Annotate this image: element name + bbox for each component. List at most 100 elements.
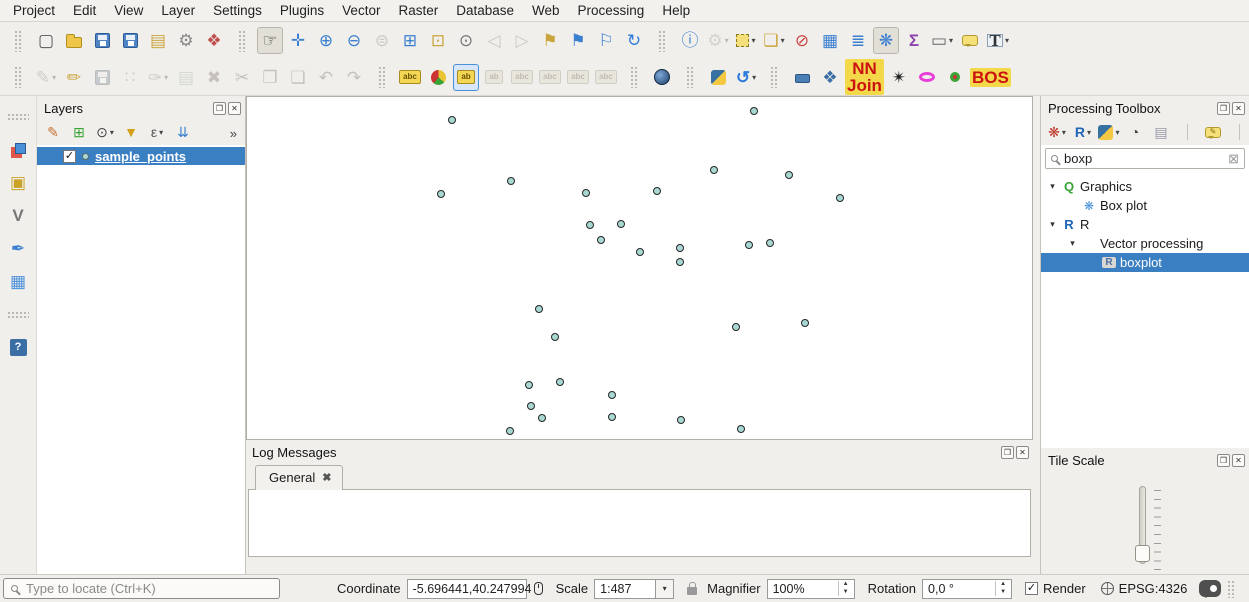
open-attribute-table-icon[interactable]: ▦ xyxy=(817,27,843,54)
menu-item[interactable]: View xyxy=(105,0,152,22)
edit-features-in-place-icon[interactable]: ✎ xyxy=(1201,121,1225,143)
processing-history-icon[interactable]: ↺ ▾ xyxy=(733,64,759,91)
save-layer-edits-icon[interactable] xyxy=(89,64,115,91)
models-icon[interactable]: ❋ ▾ xyxy=(1045,121,1069,143)
spinner-arrows-icon[interactable]: ▲▼ xyxy=(838,581,849,595)
toolbar-grip[interactable] xyxy=(5,64,31,91)
show-hidden-labels-icon[interactable]: abc xyxy=(509,64,535,91)
results-viewer-icon[interactable]: ▤ xyxy=(1149,121,1173,143)
menu-item[interactable]: Layer xyxy=(152,0,204,22)
expand-arrow-icon[interactable]: ▾ xyxy=(1047,219,1058,230)
toolbar-grip[interactable] xyxy=(229,27,255,54)
toggle-editing-icon[interactable]: ✏ xyxy=(61,64,87,91)
new-scratch-layer-icon[interactable]: ▦ xyxy=(5,268,31,295)
new-geopackage-layer-icon[interactable]: ▣ xyxy=(5,169,31,196)
coordinate-input[interactable]: -5.696441,40.247994 xyxy=(407,579,527,599)
pin-labels-icon[interactable]: ab xyxy=(453,64,479,91)
copy-features-icon[interactable]: ❐ xyxy=(257,64,283,91)
zoom-to-layer-icon[interactable]: ⊙ xyxy=(453,27,479,54)
map-tips-icon[interactable] xyxy=(957,27,983,54)
toolbar-grip[interactable] xyxy=(369,64,395,91)
menu-item[interactable]: Vector xyxy=(333,0,389,22)
open-project-icon[interactable] xyxy=(61,27,87,54)
visibility-analysis-plugin-icon[interactable]: ✴ xyxy=(886,64,912,91)
crs-value[interactable]: EPSG:4326 xyxy=(1119,581,1188,596)
panel-close-icon[interactable]: ✕ xyxy=(1232,102,1245,115)
zoom-full-icon[interactable]: ⊞ xyxy=(397,27,423,54)
modify-attributes-icon[interactable]: ▤ xyxy=(173,64,199,91)
identify-features-icon[interactable]: ⓘ xyxy=(677,27,703,54)
lock-scale-icon[interactable] xyxy=(687,587,697,595)
statistical-summary-icon[interactable]: Σ xyxy=(901,27,927,54)
python-scripts-icon[interactable]: ▾ xyxy=(1097,121,1121,143)
pan-map-icon[interactable]: ☞ xyxy=(257,27,283,54)
locate-search-input[interactable]: Type to locate (Ctrl+K) xyxy=(3,578,280,599)
undo-icon[interactable]: ↶ xyxy=(313,64,339,91)
bookmark-manager-icon[interactable]: ⚑ xyxy=(565,27,591,54)
manage-map-themes-icon[interactable]: ⊙ ▾ xyxy=(93,121,117,143)
measure-icon[interactable]: ▭ ▾ xyxy=(929,27,955,54)
history-icon[interactable]: ◔ xyxy=(1123,121,1147,143)
layer-row-sample-points[interactable]: ✓ sample_points xyxy=(37,147,245,165)
python-console-icon[interactable] xyxy=(705,64,731,91)
new-print-layout-icon[interactable]: ▤ xyxy=(145,27,171,54)
zoom-in-icon[interactable]: ⊕ xyxy=(313,27,339,54)
menu-item[interactable]: Processing xyxy=(569,0,654,22)
menu-item[interactable]: Help xyxy=(653,0,699,22)
tile-scale-slider-handle[interactable] xyxy=(1135,545,1150,562)
menu-item[interactable]: Project xyxy=(4,0,64,22)
new-spatial-bookmark-icon[interactable]: ⚑ xyxy=(537,27,563,54)
menu-item[interactable]: Raster xyxy=(389,0,447,22)
menu-item[interactable]: Web xyxy=(523,0,569,22)
help-icon[interactable]: ? xyxy=(5,334,31,361)
menu-item[interactable]: Database xyxy=(447,0,523,22)
vertical-grip[interactable] xyxy=(5,103,31,130)
concave-hull-plugin-icon[interactable] xyxy=(942,64,968,91)
menu-item[interactable]: Plugins xyxy=(271,0,333,22)
vector-network-plugin-icon[interactable]: ❖ xyxy=(817,64,843,91)
toolbox-tree-item[interactable]: ▾ Q Graphics xyxy=(1041,177,1249,196)
layers-toolbar-overflow-icon[interactable]: » xyxy=(230,126,237,141)
toolbox-tree-item[interactable]: ▾ Vector processing xyxy=(1041,234,1249,253)
zoom-to-selection-icon[interactable]: ⊡ xyxy=(425,27,451,54)
change-label-icon[interactable]: abc xyxy=(593,64,619,91)
search-clear-icon[interactable]: ⊠ xyxy=(1228,151,1239,167)
toolbox-tree-item[interactable]: ▾ R R xyxy=(1041,215,1249,234)
messages-icon[interactable] xyxy=(1199,580,1221,597)
vertex-tool-icon[interactable]: ✑ ▾ xyxy=(145,64,171,91)
coordinate-tracking-icon[interactable] xyxy=(534,582,543,595)
zoom-out-icon[interactable]: ⊖ xyxy=(341,27,367,54)
tab-general[interactable]: General ✖ xyxy=(255,465,343,490)
toolbar-grip[interactable] xyxy=(621,64,647,91)
select-features-icon[interactable]: ▾ xyxy=(733,27,759,54)
deselect-features-icon[interactable]: ⊘ xyxy=(789,27,815,54)
expand-arrow-icon[interactable]: ▾ xyxy=(1067,238,1078,249)
vertical-grip[interactable] xyxy=(5,301,31,328)
toolbox-tree-item[interactable]: R boxplot xyxy=(1041,253,1249,272)
layer-name[interactable]: sample_points xyxy=(95,149,186,164)
new-spatialite-layer-icon[interactable]: ✒ xyxy=(5,235,31,262)
menu-item[interactable]: Settings xyxy=(204,0,271,22)
render-checkbox[interactable]: ✓ xyxy=(1025,582,1038,595)
new-project-icon[interactable]: ▢ xyxy=(33,27,59,54)
metasearch-icon[interactable] xyxy=(649,64,675,91)
panel-float-icon[interactable]: ❐ xyxy=(1217,454,1230,467)
toolbar-grip[interactable] xyxy=(761,64,787,91)
panel-float-icon[interactable]: ❐ xyxy=(213,102,226,115)
refresh-map-icon[interactable]: ↻ xyxy=(621,27,647,54)
highlight-pinned-labels-icon[interactable]: ab xyxy=(481,64,507,91)
save-project-as-icon[interactable] xyxy=(117,27,143,54)
filter-legend-icon[interactable]: ▼ xyxy=(119,121,143,143)
show-layout-manager-icon[interactable]: ⚙ xyxy=(173,27,199,54)
open-layer-styling-icon[interactable]: ✎ xyxy=(41,121,65,143)
run-feature-action-icon[interactable]: ⚙ ▾ xyxy=(705,27,731,54)
profile-tool-plugin-icon[interactable] xyxy=(789,64,815,91)
panel-close-icon[interactable]: ✕ xyxy=(1232,454,1245,467)
filter-by-expression-icon[interactable]: ε ▾ xyxy=(145,121,169,143)
processing-toolbox-icon[interactable]: ❋ xyxy=(873,27,899,54)
zoom-last-icon[interactable]: ◁ xyxy=(481,27,507,54)
zoom-next-icon[interactable]: ▷ xyxy=(509,27,535,54)
toolbar-grip[interactable] xyxy=(5,27,31,54)
toolbar-grip[interactable] xyxy=(649,27,675,54)
ellipse-plugin-icon[interactable] xyxy=(914,64,940,91)
